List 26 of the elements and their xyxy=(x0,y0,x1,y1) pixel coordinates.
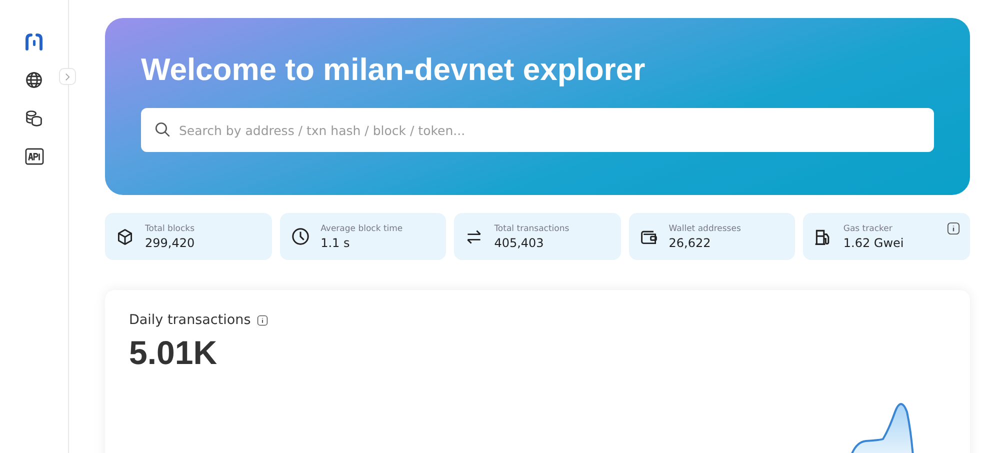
chart-value: 5.01K xyxy=(129,334,218,372)
stat-label: Total blocks xyxy=(145,224,195,234)
cube-icon xyxy=(116,228,134,246)
stat-value: 299,420 xyxy=(145,236,195,250)
info-icon[interactable] xyxy=(946,222,960,235)
api-icon[interactable] xyxy=(24,147,44,166)
stat-label: Total transactions xyxy=(494,224,570,234)
logo-icon[interactable] xyxy=(25,33,43,51)
stat-label: Wallet addresses xyxy=(668,224,741,234)
clock-icon xyxy=(290,227,310,246)
stat-value: 405,403 xyxy=(494,236,545,250)
hero-title: Welcome to milan-devnet explorer xyxy=(141,52,646,88)
stat-value: 1.1 s xyxy=(320,236,351,250)
sparkline-chart xyxy=(850,401,915,453)
chart-title: Daily transactions xyxy=(129,312,251,328)
stat-label: Gas tracker xyxy=(843,224,894,234)
coins-icon[interactable] xyxy=(25,109,43,127)
search-field[interactable]: Search by address / txn hash / block / token... xyxy=(141,108,934,152)
swap-arrows-icon xyxy=(465,228,484,246)
sidebar-toggle-button[interactable] xyxy=(59,68,76,85)
globe-icon[interactable] xyxy=(25,71,43,89)
stat-value: 26,622 xyxy=(668,236,712,250)
stat-value: 1.62 Gwei xyxy=(843,236,904,250)
chevron-right-icon xyxy=(65,72,70,80)
info-icon[interactable] xyxy=(256,314,268,326)
stat-label: Average block time xyxy=(320,224,403,234)
